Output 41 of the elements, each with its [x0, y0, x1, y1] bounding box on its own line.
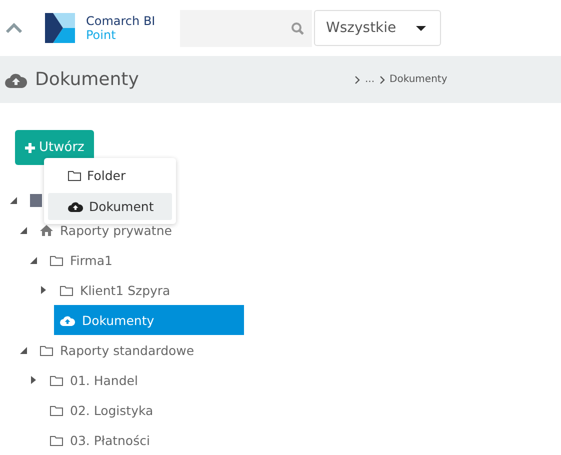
- caret-icon: [416, 26, 426, 30]
- plus-icon: [25, 142, 35, 152]
- expanded-arrow-icon[interactable]: [10, 196, 17, 204]
- expanded-arrow-icon[interactable]: [20, 226, 27, 234]
- tree-item[interactable]: Dokumenty: [54, 305, 244, 335]
- cloud-upload-icon: [60, 314, 75, 326]
- tree-item[interactable]: 03. Płatności: [44, 425, 156, 455]
- folder-icon: [68, 170, 81, 181]
- breadcrumb-link[interactable]: ...: [365, 74, 375, 85]
- menu-item[interactable]: Folder: [48, 162, 172, 189]
- home-icon: [40, 224, 53, 236]
- expanded-arrow-icon[interactable]: [20, 346, 27, 354]
- menu-item[interactable]: Dokument: [48, 193, 172, 220]
- folder-icon: [50, 254, 63, 266]
- logo-icon: [45, 13, 75, 43]
- tree-item[interactable]: 01. Handel: [44, 365, 144, 395]
- folder-icon: [50, 434, 63, 446]
- tree-item[interactable]: 02. Logistyka: [44, 395, 160, 425]
- square-icon: [30, 194, 42, 206]
- folder-icon: [50, 374, 63, 386]
- tree-item[interactable]: Klient1 Szpyra: [54, 275, 176, 305]
- scope-dropdown[interactable]: Wszystkie: [314, 10, 441, 46]
- collapsed-arrow-icon[interactable]: [40, 286, 47, 294]
- brand-name: Comarch BI: [86, 14, 156, 28]
- folder-icon: [50, 404, 63, 416]
- tree-item[interactable]: Raporty standardowe: [34, 335, 200, 365]
- folder-icon: [40, 344, 53, 356]
- chevron-right-icon: [355, 76, 360, 84]
- folder-icon: [60, 284, 73, 296]
- page-title: Dokumenty: [35, 69, 140, 90]
- collapse-icon[interactable]: [5, 22, 23, 34]
- search-field[interactable]: [180, 10, 312, 46]
- expanded-arrow-icon[interactable]: [30, 256, 37, 264]
- cloud-upload-icon: [68, 201, 83, 212]
- search-icon: [291, 22, 304, 34]
- breadcrumb-link[interactable]: Dokumenty: [390, 74, 448, 85]
- product-name: Point: [86, 28, 117, 42]
- cloud-upload-icon: [5, 72, 27, 88]
- chevron-right-icon: [380, 76, 385, 84]
- collapsed-arrow-icon[interactable]: [30, 376, 37, 384]
- tree-item[interactable]: Firma1: [44, 245, 118, 275]
